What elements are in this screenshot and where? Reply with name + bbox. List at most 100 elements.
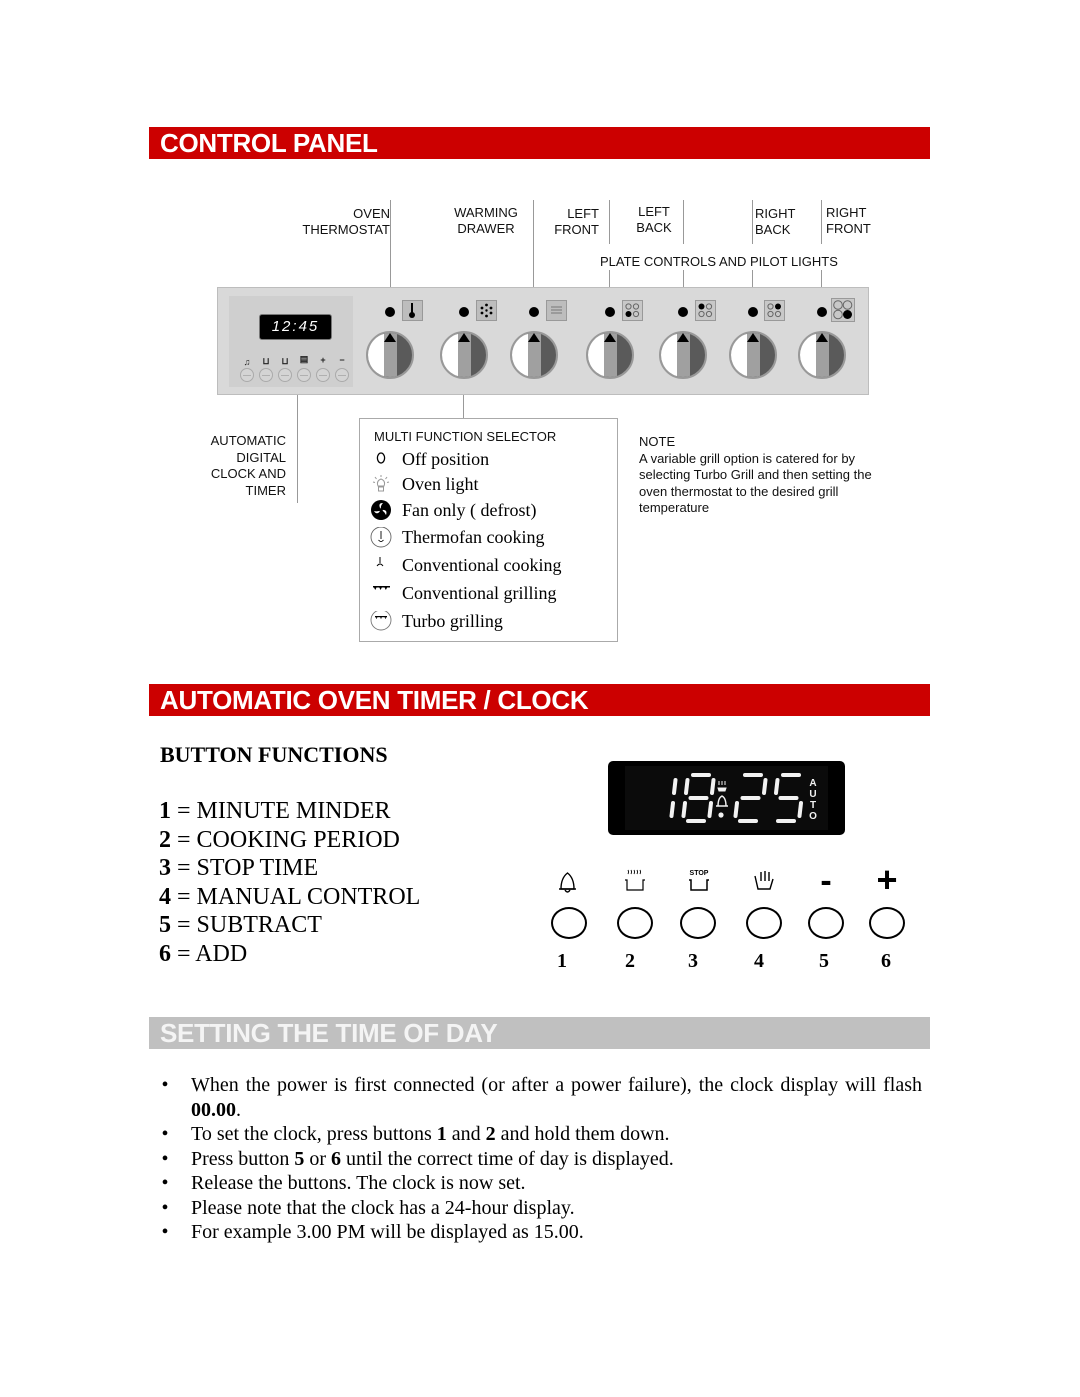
mfs-item-label: Off position	[402, 449, 490, 469]
label-line: TIMER	[245, 483, 286, 499]
label-right-front: RIGHT FRONT	[826, 205, 886, 237]
button-number: 2	[625, 950, 635, 972]
label-line: WARMING	[454, 205, 518, 220]
function-label: = STOP TIME	[177, 855, 319, 882]
auto-indicator-letter: O	[809, 811, 817, 822]
step-item: • Please note that the clock has a 24-hou…	[160, 1196, 922, 1221]
lcd-segment	[797, 801, 803, 818]
label-oven-thermostat: OVEN THERMOSTAT	[282, 206, 390, 238]
pilot-light	[748, 307, 758, 317]
step-text: Release the buttons. The clock is now se…	[191, 1172, 526, 1194]
timer-button-4[interactable]	[746, 907, 782, 939]
clock-button-2[interactable]	[259, 368, 273, 382]
label-automatic-digital-clock: AUTOMATIC DIGITAL CLOCK AND TIMER	[190, 433, 286, 500]
time-of-day-steps: • When the power is first connected (or a…	[160, 1073, 922, 1245]
timer-clock-heading: AUTOMATIC OVEN TIMER / CLOCK	[149, 684, 930, 716]
bell-icon	[551, 868, 587, 898]
mfs-item-label: Turbo grilling	[402, 611, 503, 631]
label-line: AUTOMATIC	[210, 433, 286, 448]
control-panel-heading: CONTROL PANEL	[149, 127, 930, 159]
timer-button-2[interactable]	[617, 907, 653, 939]
left-back-plate-icon	[695, 300, 716, 321]
left-front-plate-icon	[622, 300, 643, 321]
stop-label: STOP	[690, 870, 709, 877]
left-back-plate-knob[interactable]	[659, 331, 707, 379]
label-line: CLOCK AND	[210, 466, 286, 482]
lcd-segment	[762, 778, 768, 795]
time-of-day-heading: SETTING THE TIME OF DAY	[149, 1017, 930, 1049]
fan-dots-icon	[476, 300, 497, 321]
right-front-plate-knob[interactable]	[798, 331, 846, 379]
function-label: = MANUAL CONTROL	[177, 883, 421, 910]
function-label: = MINUTE MINDER	[177, 798, 391, 824]
step-text: Please note that the clock has a 24-hour…	[191, 1196, 575, 1219]
minus-icon: −	[339, 355, 345, 365]
timer-button-1[interactable]	[551, 907, 587, 939]
warming-drawer-knob[interactable]	[510, 331, 558, 379]
bullet: •	[161, 1221, 169, 1243]
clock-button-3[interactable]	[278, 368, 292, 382]
left-front-plate-knob[interactable]	[586, 331, 634, 379]
function-label: = ADD	[177, 940, 248, 967]
clock-button-5[interactable]	[316, 368, 330, 382]
timer-display-screen: AUTO	[625, 766, 828, 830]
bullet: •	[161, 1074, 169, 1096]
step-text: For example 3.00 PM will be displayed as…	[191, 1221, 584, 1243]
stop-pot-icon: STOP	[681, 866, 717, 896]
leader-line	[463, 395, 464, 418]
timer-display: AUTO	[608, 761, 845, 835]
lcd-segment	[774, 778, 780, 795]
thermofan-icon	[370, 526, 394, 551]
step-item: • To set the clock, press buttons 1 and 2…	[160, 1122, 922, 1147]
clock-button-4[interactable]	[297, 368, 311, 382]
lcd-segment	[684, 778, 690, 795]
button-number: 6	[881, 950, 891, 972]
pilot-light	[459, 307, 469, 317]
timer-button-6[interactable]	[869, 907, 905, 939]
mfs-item-label: Fan only ( defrost)	[402, 500, 537, 520]
mfs-item-label: Conventional cooking	[402, 555, 562, 575]
thermometer-icon	[402, 300, 423, 321]
grill-note: NOTE A variable grill option is catered …	[639, 434, 879, 517]
function-number: 1	[159, 798, 171, 824]
auto-indicator-letter: U	[809, 789, 816, 800]
leader-line	[683, 200, 684, 244]
oven-control-panel: 12:45 ♫ ⊔ ⊔ ▤ + −	[217, 287, 869, 395]
clock-button-6[interactable]	[335, 368, 349, 382]
multi-function-selector-legend: MULTI FUNCTION SELECTOR Off position Ove…	[359, 418, 618, 642]
mfs-item-label: Thermofan cooking	[402, 527, 545, 547]
step-item: • When the power is first connected (or a…	[160, 1073, 922, 1122]
button-functions-list: 1 = MINUTE MINDER 2 = COOKING PERIOD 3 =…	[159, 797, 420, 969]
step-text: When the power is first connected (or af…	[191, 1074, 922, 1121]
clock-button-1[interactable]	[240, 368, 254, 382]
label-plate-controls: PLATE CONTROLS AND PILOT LIGHTS	[600, 254, 838, 269]
mfs-item-label: Conventional grilling	[402, 583, 557, 603]
lcd-segment	[707, 801, 713, 818]
timer-button-5[interactable]	[808, 907, 844, 939]
multi-function-selector-knob[interactable]	[440, 331, 488, 379]
function-number: 2	[159, 826, 171, 853]
lcd-segment	[710, 778, 716, 795]
timer-button-3[interactable]	[680, 907, 716, 939]
lcd-segment	[681, 801, 687, 818]
hand-icon: ▤	[299, 354, 309, 364]
oven-thermostat-knob[interactable]	[366, 331, 414, 379]
right-back-plate-knob[interactable]	[729, 331, 777, 379]
leader-line	[297, 395, 298, 503]
digital-clock-module: 12:45 ♫ ⊔ ⊔ ▤ + −	[229, 296, 353, 387]
pilot-light	[678, 307, 688, 317]
pot-stop-icon: ⊔	[281, 356, 289, 366]
button-number: 4	[754, 950, 764, 972]
pot-icon: ⊔	[262, 356, 270, 366]
label-line: BACK	[636, 220, 672, 235]
warming-drawer-icon	[546, 300, 567, 321]
hand-icon	[746, 866, 782, 896]
minus-icon: -	[820, 862, 832, 900]
right-back-plate-icon	[764, 300, 785, 321]
button-number: 5	[819, 950, 829, 972]
function-item: 3 = STOP TIME	[159, 854, 420, 883]
pilot-light	[385, 307, 395, 317]
label-line: LEFT	[567, 206, 599, 221]
label-line: FRONT	[554, 222, 599, 237]
function-label: = SUBTRACT	[177, 912, 322, 939]
